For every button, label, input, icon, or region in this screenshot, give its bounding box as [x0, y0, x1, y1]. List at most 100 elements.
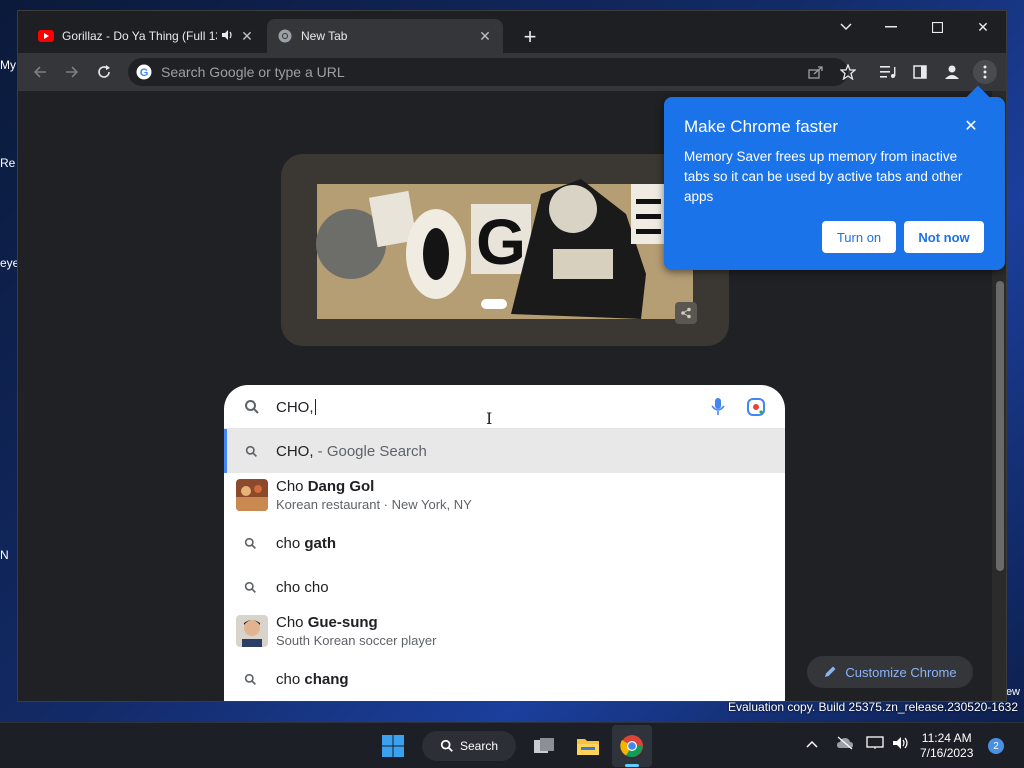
tab-title: Gorillaz - Do Ya Thing (Full 13 — [62, 29, 217, 43]
address-bar[interactable]: G Search Google or type a URL — [128, 58, 848, 86]
promo-title: Make Chrome faster — [684, 117, 838, 136]
desktop-icon-label[interactable]: My — [0, 58, 18, 72]
volume-icon[interactable] — [892, 736, 910, 753]
suggestion-bold: gath — [304, 534, 337, 552]
search-icon — [245, 400, 259, 414]
profile-icon[interactable] — [940, 60, 964, 84]
speaker-icon[interactable] — [221, 29, 233, 44]
youtube-icon — [38, 28, 54, 44]
suggestion-text: CHO, — [276, 442, 314, 460]
search-box: CHO, I CHO, - Google Search Cho Dang Gol… — [224, 385, 785, 701]
evaluation-watermark: Evaluation copy. Build 25375.zn_release.… — [728, 700, 1018, 714]
back-icon[interactable] — [28, 60, 52, 84]
suggestion-item[interactable]: Cho Dang Gol Korean restaurant · New Yor… — [224, 473, 785, 517]
scrollbar-thumb[interactable] — [996, 281, 1004, 571]
desktop-icon-label[interactable]: eye — [0, 256, 18, 270]
memory-saver-promo: Make Chrome faster ✕ Memory Saver frees … — [664, 85, 1005, 270]
desktop-icon-label[interactable]: Re — [0, 156, 18, 170]
onedrive-icon[interactable] — [836, 736, 854, 753]
person-thumbnail — [236, 615, 268, 647]
suggestion-bold: Dang Gol — [307, 478, 375, 495]
search-icon — [440, 739, 453, 752]
customize-label: Customize Chrome — [845, 664, 957, 680]
customize-chrome-button[interactable]: Customize Chrome — [807, 656, 973, 688]
suggestion-subtitle: Korean restaurant · New York, NY — [276, 497, 472, 512]
suggestion-prefix: cho — [276, 534, 305, 552]
browser-toolbar: G Search Google or type a URL — [18, 53, 1006, 91]
close-icon[interactable]: ✕ — [962, 117, 980, 135]
tab-strip: Gorillaz - Do Ya Thing (Full 13 ✕ New Ta… — [18, 11, 1006, 53]
chevron-up-icon[interactable] — [806, 736, 818, 751]
chrome-taskbar-icon[interactable] — [619, 731, 645, 761]
suggestion-prefix: Cho — [276, 478, 308, 495]
share-page-icon[interactable] — [804, 60, 828, 84]
search-query-text: CHO, — [276, 399, 314, 416]
turn-on-button[interactable]: Turn on — [822, 221, 896, 253]
tab-title: New Tab — [301, 29, 348, 43]
pencil-icon — [825, 666, 836, 677]
desktop-icon-label[interactable]: N — [0, 548, 18, 562]
side-panel-icon[interactable] — [908, 60, 932, 84]
google-icon: G — [136, 64, 152, 80]
reload-icon[interactable] — [92, 60, 116, 84]
menu-icon[interactable] — [973, 60, 997, 84]
bookmark-star-icon[interactable] — [836, 60, 860, 84]
svg-text:G: G — [140, 67, 149, 79]
forward-icon[interactable] — [60, 60, 84, 84]
suggestion-item[interactable]: Cho Gue-sung South Korean soccer player — [224, 609, 785, 653]
suggestion-item[interactable]: cho cho — [224, 565, 785, 609]
close-tab-icon[interactable]: ✕ — [239, 28, 255, 44]
search-input-row[interactable]: CHO, I — [224, 385, 785, 429]
clock-date: 7/16/2023 — [920, 746, 974, 760]
promo-body: Memory Saver frees up memory from inacti… — [684, 149, 963, 204]
not-now-button[interactable]: Not now — [904, 221, 984, 253]
new-tab-button[interactable]: + — [518, 24, 542, 49]
media-controls-icon[interactable] — [876, 60, 900, 84]
address-bar-placeholder: Search Google or type a URL — [161, 64, 345, 80]
share-icon[interactable] — [675, 302, 697, 324]
active-app-indicator — [625, 764, 639, 767]
minimize-button[interactable] — [871, 15, 911, 39]
suggestion-item[interactable]: cho gath — [224, 521, 785, 565]
search-input[interactable]: CHO, — [276, 399, 316, 416]
taskbar-search[interactable]: Search — [422, 731, 516, 761]
microphone-icon[interactable] — [710, 397, 726, 417]
suggestion-item[interactable]: cho chang — [224, 657, 785, 701]
maximize-button[interactable] — [917, 15, 957, 39]
taskbar: Search 11:24 AM 7/16/2023 2 — [0, 722, 1024, 768]
suggestion-prefix: cho cho — [276, 578, 329, 596]
chrome-icon — [277, 28, 293, 44]
text-caret — [314, 399, 316, 415]
suggestion-suffix: - Google Search — [313, 442, 427, 460]
system-clock[interactable]: 11:24 AM 7/16/2023 — [920, 731, 973, 761]
close-window-button[interactable]: ✕ — [963, 15, 1003, 39]
google-doodle[interactable]: G — [281, 154, 729, 346]
windows-icon — [382, 735, 404, 757]
network-icon[interactable] — [866, 736, 884, 753]
search-icon — [224, 581, 276, 594]
file-explorer-icon[interactable] — [575, 731, 601, 761]
close-tab-icon[interactable]: ✕ — [477, 28, 493, 44]
clock-time: 11:24 AM — [921, 731, 972, 745]
start-button[interactable] — [380, 731, 406, 761]
taskbar-search-label: Search — [459, 739, 499, 753]
suggestion-prefix: cho — [276, 670, 305, 688]
google-lens-icon[interactable] — [746, 397, 766, 417]
suggestion-bold: Gue-sung — [307, 614, 378, 631]
restaurant-thumbnail — [236, 479, 268, 511]
suggestion-bold: chang — [304, 670, 349, 688]
chrome-window: Gorillaz - Do Ya Thing (Full 13 ✕ New Ta… — [17, 10, 1007, 702]
suggestion-subtitle: South Korean soccer player — [276, 633, 437, 648]
suggestion-prefix: Cho — [276, 614, 308, 631]
text-cursor-icon: I — [486, 409, 493, 428]
suggestion-item[interactable]: CHO, - Google Search — [224, 429, 785, 473]
task-view-icon[interactable] — [532, 731, 556, 761]
desktop-icon-label: ew — [1005, 686, 1020, 698]
tab-youtube[interactable]: Gorillaz - Do Ya Thing (Full 13 ✕ — [28, 19, 265, 53]
search-icon — [224, 537, 276, 550]
svg-text:G: G — [476, 206, 526, 278]
notification-badge[interactable]: 2 — [988, 738, 1004, 754]
search-icon — [227, 445, 276, 458]
tab-search-icon[interactable] — [826, 15, 866, 39]
tab-new-tab[interactable]: New Tab ✕ — [267, 19, 503, 53]
